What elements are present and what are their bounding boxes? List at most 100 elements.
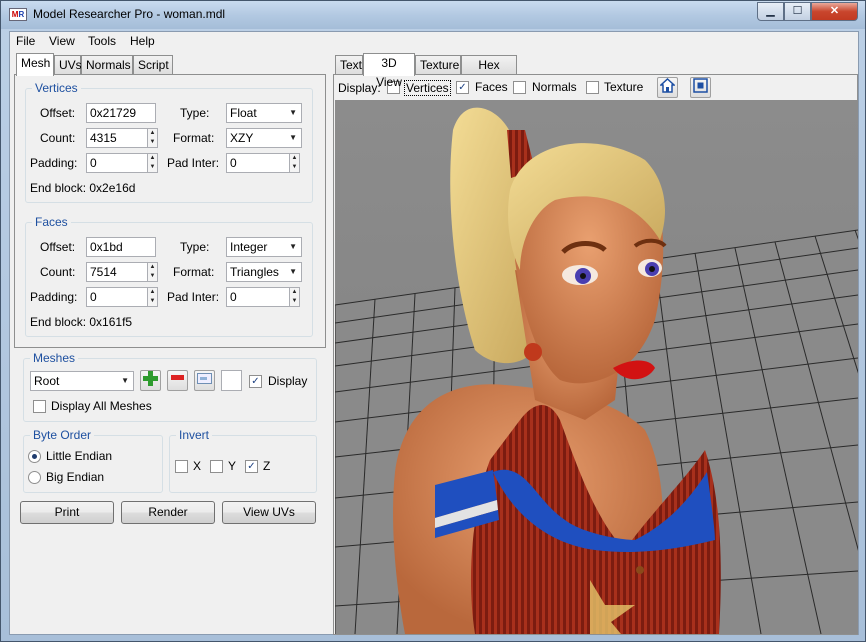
faces-pad-inter-label: Pad Inter: — [167, 290, 220, 304]
menu-view[interactable]: View — [49, 34, 75, 48]
faces-count-label: Count: — [40, 265, 76, 279]
show-vertices-label: Vertices — [404, 80, 451, 96]
faces-offset-input[interactable]: 0x1bd — [86, 237, 156, 257]
tab-normals[interactable]: Normals — [81, 55, 133, 75]
vertices-end-block: End block: 0x2e16d — [30, 181, 136, 195]
show-normals-label: Normals — [532, 80, 577, 94]
show-normals-checkbox[interactable] — [513, 81, 526, 94]
vertices-type-select[interactable]: Float ▼ — [226, 103, 302, 123]
render-button[interactable]: Render — [121, 501, 215, 524]
vertices-count-spinner[interactable]: ▲ ▼ — [147, 128, 158, 148]
faces-padding-input[interactable]: 0 — [86, 287, 148, 307]
menu-file[interactable]: File — [16, 34, 35, 48]
vertices-format-select[interactable]: XZY ▼ — [226, 128, 302, 148]
vertices-group-title: Vertices — [32, 81, 81, 95]
vertices-pad-inter-label: Pad Inter: — [167, 156, 220, 170]
faces-pad-inter-spinner[interactable]: ▲ ▼ — [289, 287, 300, 307]
big-endian-label: Big Endian — [46, 470, 105, 484]
vertices-type-label: Type: — [180, 106, 210, 120]
big-endian-radio[interactable] — [28, 471, 41, 484]
add-mesh-button[interactable] — [140, 370, 161, 391]
vertices-pad-inter-input[interactable]: 0 — [226, 153, 290, 173]
tab-mesh[interactable]: Mesh — [16, 53, 54, 76]
faces-padding-spinner[interactable]: ▲ ▼ — [147, 287, 158, 307]
rendered-model-scene — [335, 100, 858, 634]
print-button[interactable]: Print — [20, 501, 114, 524]
invert-z-label: Z — [263, 459, 271, 473]
view-uvs-button[interactable]: View UVs — [222, 501, 316, 524]
menu-bar: File View Tools Help — [10, 32, 858, 51]
mesh-select-value: Root — [34, 374, 60, 388]
chevron-down-icon: ▼ — [289, 108, 297, 117]
invert-z-checkbox[interactable]: ✓ — [245, 460, 258, 473]
faces-count-spinner[interactable]: ▲ ▼ — [147, 262, 158, 282]
faces-group: Faces Offset: 0x1bd Type: Integer ▼ Count… — [25, 215, 313, 337]
tab-script[interactable]: Script — [133, 55, 173, 75]
invert-x-label: X — [193, 459, 202, 473]
display-label: Display — [268, 374, 308, 388]
vertices-padding-label: Padding: — [30, 156, 78, 170]
byte-order-title: Byte Order — [30, 428, 95, 442]
faces-count-input[interactable]: 7514 — [86, 262, 148, 282]
home-view-button[interactable] — [657, 77, 678, 98]
invert-group: Invert X Y ✓ Z — [169, 428, 317, 493]
vertices-pad-inter-spinner[interactable]: ▲ ▼ — [289, 153, 300, 173]
little-endian-label: Little Endian — [46, 449, 113, 463]
faces-type-label: Type: — [180, 240, 210, 254]
invert-x-checkbox[interactable] — [175, 460, 188, 473]
vertices-offset-input[interactable]: 0x21729 — [86, 103, 156, 123]
vertices-count-label: Count: — [40, 131, 76, 145]
faces-offset-label: Offset: — [40, 240, 76, 254]
mesh-color-swatch[interactable] — [221, 370, 242, 391]
textfield-icon — [197, 373, 212, 384]
faces-format-value: Triangles — [230, 265, 279, 279]
mesh-select[interactable]: Root ▼ — [30, 371, 134, 391]
maximize-button[interactable]: ☐ — [784, 2, 811, 21]
minus-icon — [171, 375, 184, 380]
faces-format-select[interactable]: Triangles ▼ — [226, 262, 302, 282]
title-bar[interactable]: MR Model Researcher Pro - woman.mdl ▁ ☐ … — [1, 1, 865, 29]
tab-hex-view[interactable]: Hex View — [461, 55, 517, 91]
display-all-meshes-label: Display All Meshes — [51, 399, 152, 413]
invert-y-checkbox[interactable] — [210, 460, 223, 473]
menu-tools[interactable]: Tools — [88, 34, 116, 48]
show-texture-checkbox[interactable] — [586, 81, 599, 94]
faces-format-label: Format: — [173, 265, 215, 279]
faces-padding-label: Padding: — [30, 290, 78, 304]
invert-title: Invert — [176, 428, 213, 442]
tab-3d-view[interactable]: 3D View — [363, 53, 415, 89]
meshes-group-title: Meshes — [30, 351, 79, 365]
vertices-format-value: XZY — [230, 131, 254, 145]
vertices-type-value: Float — [230, 106, 257, 120]
menu-help[interactable]: Help — [130, 34, 155, 48]
faces-type-value: Integer — [230, 240, 268, 254]
tab-text[interactable]: Text — [335, 55, 363, 75]
mesh-tab-panel: Vertices Offset: 0x21729 Type: Float ▼ Co… — [14, 74, 326, 348]
tab-texture[interactable]: Texture — [415, 55, 461, 75]
vertices-offset-label: Offset: — [40, 106, 76, 120]
chevron-down-icon: ▼ — [289, 133, 297, 142]
app-window: MR Model Researcher Pro - woman.mdl ▁ ☐ … — [0, 0, 866, 642]
faces-type-select[interactable]: Integer ▼ — [226, 237, 302, 257]
3d-viewport[interactable] — [335, 100, 858, 634]
show-faces-checkbox[interactable]: ✓ — [456, 81, 469, 94]
vertices-padding-input[interactable]: 0 — [86, 153, 148, 173]
display-all-meshes-checkbox[interactable] — [33, 400, 46, 413]
remove-mesh-button[interactable] — [167, 370, 188, 391]
fit-view-button[interactable] — [690, 77, 711, 98]
faces-group-title: Faces — [32, 215, 71, 229]
byte-order-group: Byte Order Little Endian Big Endian — [23, 428, 163, 493]
invert-y-label: Y — [228, 459, 237, 473]
display-checkbox[interactable]: ✓ — [249, 375, 262, 388]
little-endian-radio[interactable] — [28, 450, 41, 463]
vertices-padding-spinner[interactable]: ▲ ▼ — [147, 153, 158, 173]
vertices-count-input[interactable]: 4315 — [86, 128, 148, 148]
tab-uvs[interactable]: UVs — [54, 55, 82, 75]
client-area: File View Tools Help Mesh UVs Normals Sc… — [9, 31, 859, 635]
rename-mesh-button[interactable] — [194, 370, 215, 391]
close-button[interactable]: ✕ — [811, 2, 858, 21]
minimize-button[interactable]: ▁ — [757, 2, 784, 21]
faces-pad-inter-input[interactable]: 0 — [226, 287, 290, 307]
chevron-down-icon: ▼ — [121, 376, 129, 385]
meshes-group: Meshes Root ▼ ✓ Display Display All Meshe… — [23, 351, 317, 422]
